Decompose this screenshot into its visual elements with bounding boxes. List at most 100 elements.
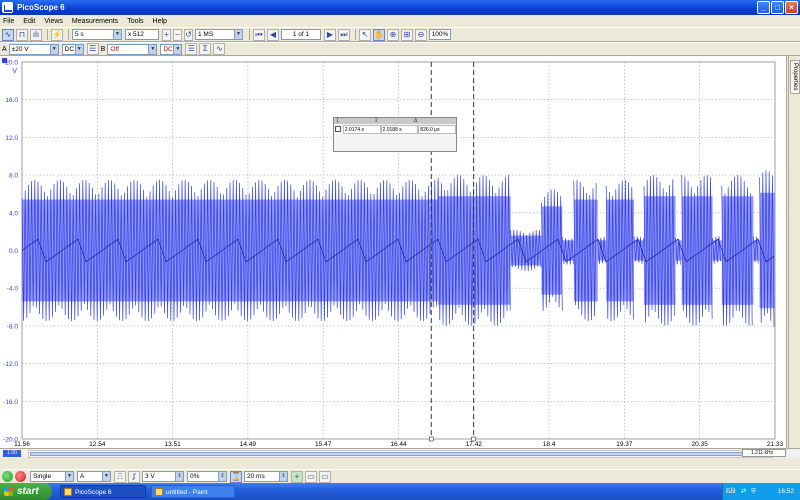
- properties-tab-label[interactable]: Properties: [790, 60, 800, 94]
- start-button[interactable]: start: [0, 483, 52, 500]
- first-buffer-icon[interactable]: ⏮: [253, 28, 265, 41]
- scope-view[interactable]: 20.0 16.0 12.0 8.0 4.0 0.0 -4.0 -8.0 -12.0 -16.0-…: [0, 56, 787, 456]
- zoom-area-tool-icon[interactable]: ⊞: [401, 28, 413, 41]
- buffer-position[interactable]: 1 of 1: [281, 29, 321, 40]
- toolbar-divider: [47, 29, 48, 40]
- channel-a-coupling-select[interactable]: DC ▼: [61, 43, 84, 55]
- y-tick-label: 0.0: [9, 248, 18, 255]
- channel-b-coupling-select[interactable]: DC ▼: [160, 43, 183, 55]
- rising-edge-icon[interactable]: ⎍: [114, 470, 126, 483]
- x-tick-label: 17.42: [466, 441, 483, 448]
- zoom-minus-icon[interactable]: −: [173, 28, 182, 41]
- close-button[interactable]: ×: [785, 1, 798, 14]
- zoom-factor-select[interactable]: x 512: [125, 29, 159, 40]
- shield-icon[interactable]: ⛨: [751, 488, 756, 495]
- y-tick-label: 4.0: [9, 210, 18, 217]
- channel-toolbar: A ±20 V ▼ DC ▼ ☰ B Off ▼ DC ▼ ☰ Σ ∿: [0, 42, 800, 56]
- taskbar-picoscope-button[interactable]: PicoScope 6: [60, 485, 146, 498]
- previous-buffer-icon[interactable]: ◀: [267, 28, 279, 41]
- zoom-plus-icon[interactable]: +: [162, 28, 171, 41]
- persistence-mode-icon[interactable]: ⊓: [16, 28, 28, 41]
- menu-views[interactable]: Views: [44, 18, 63, 25]
- channel-b-options-icon[interactable]: ☰: [185, 43, 198, 55]
- ruler-handle[interactable]: [428, 436, 434, 442]
- capture-toolbar: Single ▼ A ▼ ⎍ ⎎ 3 V ⇕ 0% ⇕ ⌛ 20 ms ⇕ + ▭ ▭: [0, 469, 800, 483]
- maximize-button[interactable]: □: [771, 1, 784, 14]
- zoom-in-tool-icon[interactable]: ⊕: [387, 28, 399, 41]
- scope-mode-icon[interactable]: ∿: [2, 28, 14, 41]
- network-icon[interactable]: ⇄: [741, 488, 746, 495]
- windows-logo-icon: [4, 487, 13, 496]
- horizontal-scrollbar[interactable]: [28, 450, 773, 458]
- toolbar-divider: [355, 29, 356, 40]
- taskbar-paint-button[interactable]: untitled - Paint: [151, 485, 235, 498]
- zoom-reset-icon[interactable]: ↺: [184, 28, 193, 41]
- x-tick-label: 21.33: [767, 441, 784, 448]
- channel-a-range-select[interactable]: ±20 V ▼: [8, 43, 59, 55]
- task-label: PicoScope 6: [75, 489, 112, 496]
- zoom-level[interactable]: 100%: [429, 29, 451, 40]
- chevron-down-icon: ▼: [49, 44, 58, 54]
- x-tick-label: 18.4: [543, 441, 556, 448]
- ruler-legend-row: 2.0174 s 2.0188 s 826.0 μs: [334, 125, 457, 134]
- auto-setup-icon[interactable]: ⚡: [51, 28, 63, 41]
- zoom-out-tool-icon[interactable]: ⊖: [415, 28, 427, 41]
- falling-edge-icon[interactable]: ⎎: [128, 470, 140, 483]
- x-tick-label: 12.54: [89, 441, 106, 448]
- timebase-select[interactable]: 5 s ▼: [72, 29, 122, 40]
- pointer-tool-icon[interactable]: ↖: [359, 28, 371, 41]
- task-label: untitled - Paint: [166, 489, 208, 496]
- x-tick-label: 11.56: [14, 441, 30, 448]
- last-buffer-icon[interactable]: ⏭: [338, 28, 350, 41]
- properties-panel-tab[interactable]: Properties: [788, 56, 800, 448]
- trigger-delay-icon[interactable]: ⌛: [230, 470, 242, 483]
- ruler-2-value: 2.0188 s: [380, 125, 419, 134]
- zoom-factor-value: x 512: [128, 31, 144, 38]
- menu-help[interactable]: Help: [153, 18, 167, 25]
- minimize-button[interactable]: _: [757, 1, 770, 14]
- start-capture-button[interactable]: [2, 471, 13, 482]
- ruler-legend[interactable]: 1 2 Δ 2.0174 s 2.0188 s 826.0 μs: [333, 117, 457, 152]
- notes-icon[interactable]: ▭: [319, 470, 331, 483]
- pre-trigger-input[interactable]: 0% ⇕: [187, 471, 227, 482]
- ruler-1-header: 1: [336, 118, 339, 124]
- math-channels-icon[interactable]: Σ: [199, 43, 212, 55]
- chevron-down-icon: ▼: [148, 44, 157, 54]
- channel-a-coupling-value: DC: [64, 45, 75, 53]
- menu-tools[interactable]: Tools: [127, 18, 143, 25]
- main-toolbar: ∿ ⊓ ılı ⚡ 5 s ▼ x 512 + − ↺ 1 MS ▼ ⏮ ◀ 1 o…: [0, 27, 800, 42]
- chevron-down-icon: ▼: [74, 44, 83, 54]
- menu-edit[interactable]: Edit: [23, 18, 35, 25]
- channel-a-options-icon[interactable]: ☰: [86, 43, 99, 55]
- trigger-threshold-input[interactable]: 3 V ⇕: [142, 471, 184, 482]
- trigger-delay-input[interactable]: 20 ms ⇕: [244, 471, 288, 482]
- measure-icon[interactable]: ▭: [305, 470, 317, 483]
- trigger-mode-select[interactable]: Single ▼: [30, 471, 74, 482]
- next-buffer-icon[interactable]: ▶: [324, 28, 336, 41]
- y-tick-label: -12.0: [3, 361, 18, 368]
- menu-file[interactable]: File: [3, 18, 14, 25]
- x-axis-ticks: 11.56 12.54 13.51 14.49 15.47 16.44 17.42 18.4 1…: [14, 441, 784, 456]
- x-tick-label: 16.44: [390, 441, 407, 448]
- ruler-checkbox[interactable]: [335, 126, 341, 132]
- channel-a-axis-marker[interactable]: [2, 58, 7, 63]
- channel-b-range-select[interactable]: Off ▼: [107, 43, 158, 55]
- trigger-channel-value: A: [80, 473, 85, 480]
- stop-capture-button[interactable]: [15, 471, 26, 482]
- clock[interactable]: 16:52: [778, 483, 794, 500]
- menu-measurements[interactable]: Measurements: [72, 18, 118, 25]
- x-tick-label: 15.47: [315, 441, 332, 448]
- sample-count-select[interactable]: 1 MS ▼: [195, 29, 243, 40]
- waveform-chart[interactable]: 20.016.012.08.04.00.0-4.0-8.0-12.0-16.0-…: [0, 56, 787, 456]
- channel-a-label: A: [2, 45, 7, 53]
- language-indicator[interactable]: EN: [726, 483, 738, 500]
- hand-tool-icon[interactable]: ✋: [373, 28, 385, 41]
- scrollbar-thumb[interactable]: [30, 452, 772, 456]
- spectrum-mode-icon[interactable]: ılı: [30, 28, 42, 41]
- trigger-channel-select[interactable]: A ▼: [77, 471, 111, 482]
- add-ruler-icon[interactable]: +: [291, 470, 303, 483]
- channel-a-range-value: ±20 V: [11, 45, 29, 53]
- spin-icon: ⇕: [218, 472, 226, 481]
- reference-waveforms-icon[interactable]: ∿: [213, 43, 226, 55]
- y-tick-label: -8.0: [7, 323, 19, 330]
